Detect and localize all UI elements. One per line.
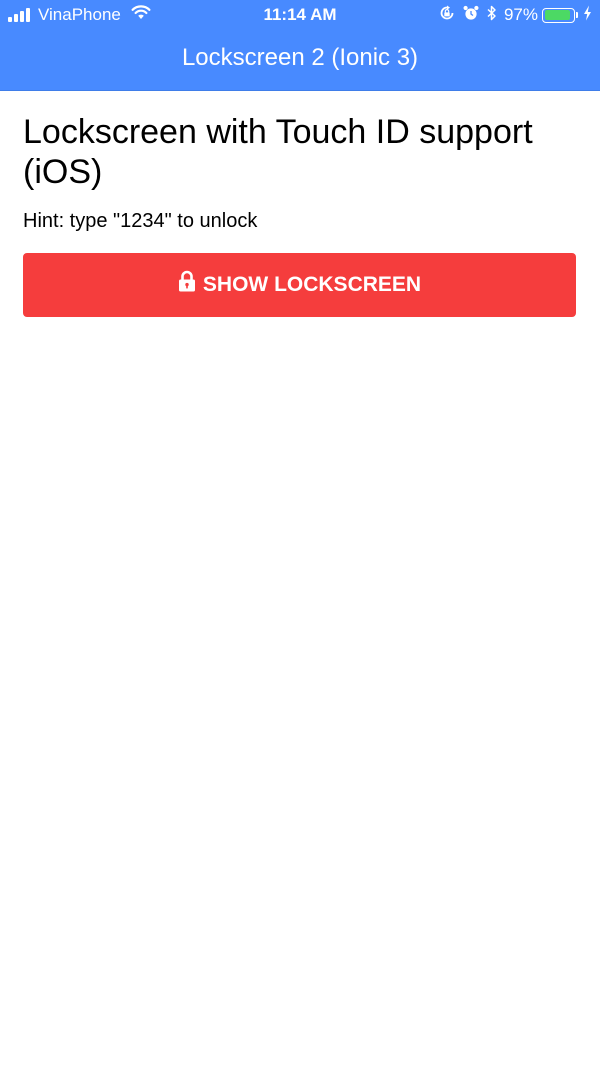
- status-bar-right: 97%: [431, 5, 592, 25]
- orientation-lock-icon: [439, 5, 455, 26]
- navbar-title: Lockscreen 2 (Ionic 3): [181, 44, 419, 71]
- show-lockscreen-button[interactable]: SHOW LOCKSCREEN: [23, 253, 576, 317]
- header: VinaPhone 11:14 AM 97% Lockscreen 2 (Ion…: [0, 0, 600, 91]
- main-content: Lockscreen with Touch ID support (iOS) H…: [23, 112, 576, 317]
- show-lockscreen-label: SHOW LOCKSCREEN: [202, 273, 422, 296]
- battery-percent: 97%: [503, 5, 538, 24]
- page-title: Lockscreen with Touch ID support (iOS): [23, 113, 533, 191]
- hint-text: Hint: type "1234" to unlock: [23, 210, 258, 232]
- bluetooth-icon: [487, 5, 497, 26]
- status-bar: VinaPhone 11:14 AM 97%: [0, 0, 600, 30]
- charging-icon: [583, 5, 592, 26]
- app-screen: VinaPhone 11:14 AM 97% Lockscreen 2 (Ion…: [0, 0, 600, 1067]
- battery-icon: [542, 7, 575, 23]
- lock-icon: [178, 270, 196, 298]
- battery-tip: [576, 12, 578, 18]
- alarm-icon: [463, 5, 479, 26]
